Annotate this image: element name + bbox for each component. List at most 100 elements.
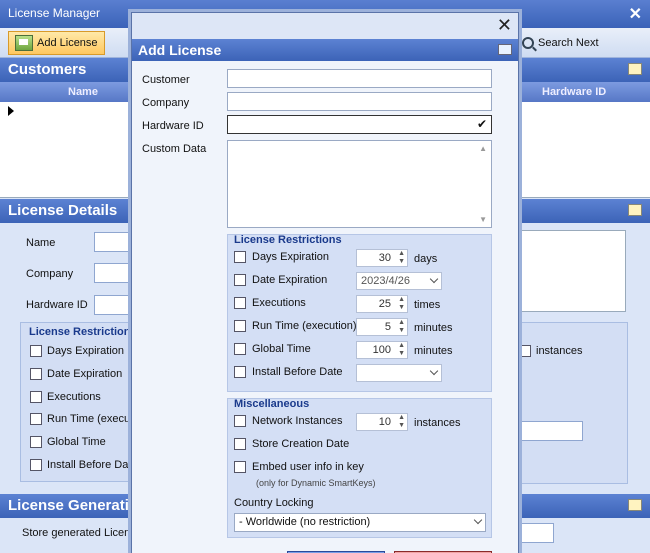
hardware-id-field[interactable]: ✔ <box>227 115 492 134</box>
global-time-value: 100 <box>372 344 391 356</box>
days-expiration-option[interactable]: Days Expiration <box>234 251 329 263</box>
stepper-arrows-icon[interactable]: ▲ ▼ <box>398 414 405 430</box>
restrictions-title: License Restrictions <box>234 234 342 246</box>
run-time-checkbox[interactable] <box>234 320 246 332</box>
days-unit: days <box>414 253 438 265</box>
detail-company-field[interactable] <box>94 263 134 283</box>
detail-days-expiration[interactable]: Days Expiration <box>30 345 124 357</box>
country-locking-value: - Worldwide (no restriction) <box>239 516 371 528</box>
detail-date-expiration[interactable]: Date Expiration <box>30 368 122 380</box>
license-details-panel-icon[interactable] <box>628 204 642 216</box>
country-locking-label: Country Locking <box>234 497 314 509</box>
add-license-label: Add License <box>37 37 98 49</box>
network-instances-checkbox[interactable] <box>234 415 246 427</box>
detail-company-label: Company <box>26 268 74 280</box>
global-time-option[interactable]: Global Time <box>234 343 311 355</box>
search-next-label: Search Next <box>538 37 599 49</box>
days-expiration-label: Days Expiration <box>252 251 330 263</box>
checkbox-label: Run Time (executi <box>47 413 136 425</box>
global-time-checkbox[interactable] <box>234 343 246 355</box>
embed-user-option[interactable]: Embed user info in key <box>234 461 364 473</box>
install-before-picker[interactable] <box>356 364 442 382</box>
detail-global-time[interactable]: Global Time <box>30 436 106 448</box>
custom-data-label: Custom Data <box>142 143 207 155</box>
executions-option[interactable]: Executions <box>234 297 306 309</box>
stepper-arrows-icon[interactable]: ▲ ▼ <box>398 319 405 335</box>
chevron-down-icon[interactable] <box>429 366 439 376</box>
scroll-down-icon[interactable]: ▼ <box>479 215 487 224</box>
days-expiration-value: 30 <box>378 252 391 264</box>
checkbox[interactable] <box>30 391 42 403</box>
dialog-close-icon[interactable]: ✕ <box>497 15 512 36</box>
detail-run-time[interactable]: Run Time (executi <box>30 413 136 425</box>
install-before-option[interactable]: Install Before Date <box>234 366 343 378</box>
run-time-unit: minutes <box>414 322 453 334</box>
add-license-button[interactable]: Add License <box>8 31 105 55</box>
embed-user-checkbox[interactable] <box>234 461 246 473</box>
column-hardware-id[interactable]: Hardware ID <box>542 86 606 98</box>
executions-value: 25 <box>378 298 391 310</box>
checkbox[interactable] <box>519 345 531 357</box>
search-icon <box>522 37 534 49</box>
store-creation-label: Store Creation Date <box>252 438 350 450</box>
date-expiration-picker[interactable]: 2023/4/26 <box>356 272 442 290</box>
customer-label: Customer <box>142 74 190 86</box>
customers-title: Customers <box>8 61 87 78</box>
install-before-checkbox[interactable] <box>234 366 246 378</box>
checkbox-label: Date Expiration <box>47 368 123 380</box>
executions-checkbox[interactable] <box>234 297 246 309</box>
run-time-stepper[interactable]: 5 ▲ ▼ <box>356 318 408 336</box>
customers-panel-icon[interactable] <box>628 63 642 75</box>
global-time-stepper[interactable]: 100 ▲ ▼ <box>356 341 408 359</box>
network-instances-option[interactable]: Network Instances <box>234 415 342 427</box>
network-instances-stepper[interactable]: 10 ▲ ▼ <box>356 413 408 431</box>
column-name[interactable]: Name <box>68 86 98 98</box>
main-close-icon[interactable]: ✕ <box>629 4 642 24</box>
network-instances-value: 10 <box>378 416 391 428</box>
add-license-icon <box>15 35 33 51</box>
stepper-arrows-icon[interactable]: ▲ ▼ <box>398 342 405 358</box>
checkbox[interactable] <box>30 368 42 380</box>
miscellaneous-title: Miscellaneous <box>234 398 310 410</box>
days-expiration-checkbox[interactable] <box>234 251 246 263</box>
custom-data-field[interactable]: ▲ ▼ <box>227 140 492 228</box>
days-expiration-stepper[interactable]: 30 ▲ ▼ <box>356 249 408 267</box>
detail-network-instances[interactable]: instances <box>519 345 582 357</box>
store-creation-checkbox[interactable] <box>234 438 246 450</box>
scroll-up-icon[interactable]: ▲ <box>479 144 487 153</box>
embed-user-note: (only for Dynamic SmartKeys) <box>256 478 376 488</box>
store-license-field[interactable] <box>516 523 554 543</box>
country-locking-select[interactable]: - Worldwide (no restriction) <box>234 513 486 532</box>
checkbox[interactable] <box>30 459 42 471</box>
dialog-body: Customer Company Hardware ID ✔ Custom Da… <box>132 61 518 553</box>
add-license-dialog: ✕ Add License Customer Company Hardware … <box>131 12 519 553</box>
run-time-label: Run Time (execution) <box>252 320 357 332</box>
license-generation-title: License Generatio <box>8 497 139 514</box>
run-time-option[interactable]: Run Time (execution) <box>234 320 357 332</box>
chevron-down-icon[interactable] <box>473 515 483 525</box>
checkbox[interactable] <box>30 436 42 448</box>
stepper-arrows-icon[interactable]: ▲ ▼ <box>398 296 405 312</box>
date-expiration-option[interactable]: Date Expiration <box>234 274 327 286</box>
executions-stepper[interactable]: 25 ▲ ▼ <box>356 295 408 313</box>
dialog-title: Add License <box>138 42 222 58</box>
detail-executions[interactable]: Executions <box>30 391 101 403</box>
stepper-arrows-icon[interactable]: ▲ ▼ <box>398 250 405 266</box>
license-generation-panel-icon[interactable] <box>628 499 642 511</box>
company-field[interactable] <box>227 92 492 111</box>
checkbox[interactable] <box>30 413 42 425</box>
customer-field[interactable] <box>227 69 492 88</box>
detail-right-field[interactable] <box>517 421 583 441</box>
store-creation-option[interactable]: Store Creation Date <box>234 438 349 450</box>
checkbox[interactable] <box>30 345 42 357</box>
chevron-down-icon[interactable] <box>429 274 439 284</box>
dialog-panel-icon[interactable] <box>498 44 512 55</box>
detail-notes-panel[interactable] <box>516 230 626 312</box>
detail-right-group: instances <box>516 322 628 484</box>
detail-name-field[interactable] <box>94 232 134 252</box>
date-expiration-checkbox[interactable] <box>234 274 246 286</box>
restrictions-group: License Restrictions Days Expiration 30 ▲… <box>227 234 492 392</box>
search-next-button[interactable]: Search Next <box>516 31 605 55</box>
detail-hardware-field[interactable] <box>94 295 134 315</box>
detail-install-before[interactable]: Install Before Date <box>30 459 138 471</box>
